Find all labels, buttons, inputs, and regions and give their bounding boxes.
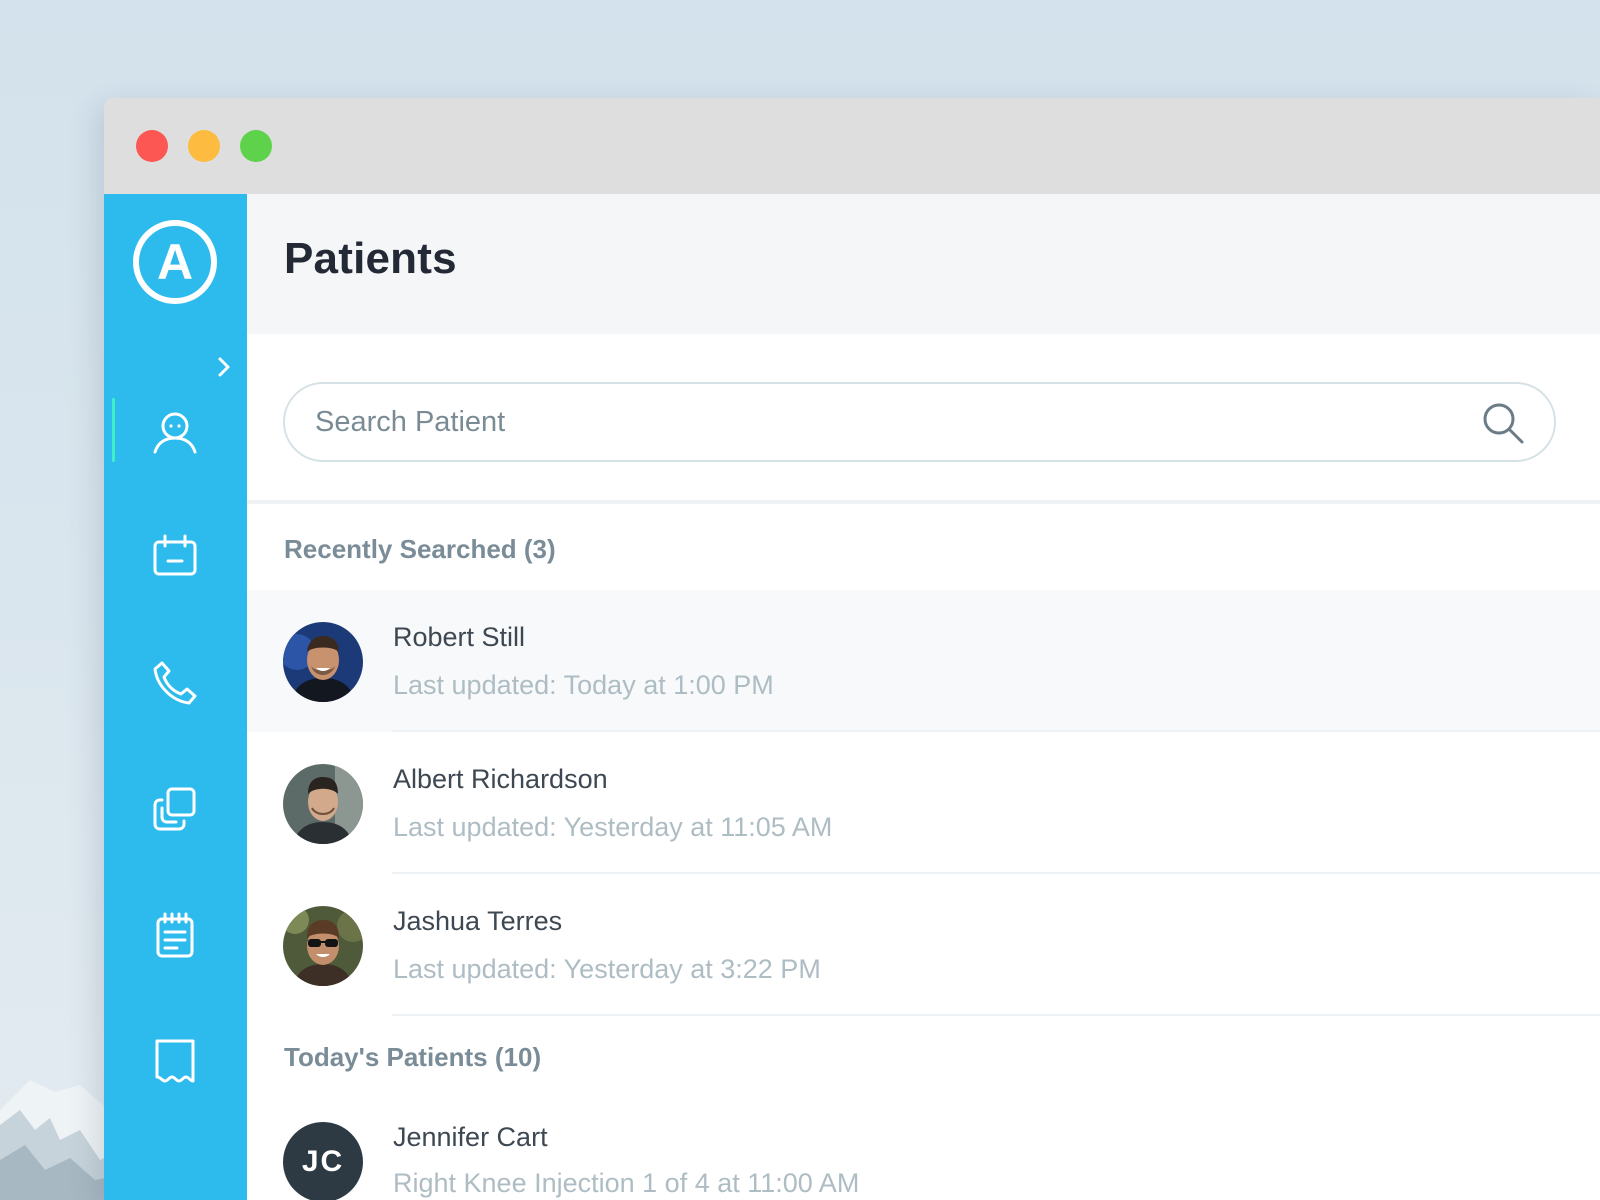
patient-last-updated: Last updated: Today at 1:00 PM [393, 670, 774, 700]
patient-row[interactable]: Jashua Terres Last updated: Yesterday at… [247, 874, 1600, 1016]
avatar [283, 906, 363, 986]
appointment-details: Right Knee Injection 1 of 4 at 11:00 AM [393, 1168, 860, 1198]
window-titlebar [104, 98, 1600, 194]
page-title: Patients [284, 234, 457, 283]
maximize-window-button[interactable] [240, 130, 272, 162]
svg-text:A: A [157, 234, 193, 290]
sidebar-item-calendar[interactable] [104, 524, 247, 588]
page-header: Patients [247, 194, 1600, 334]
avatar [283, 622, 363, 702]
mountain-background [0, 1080, 120, 1200]
patient-last-updated: Last updated: Yesterday at 3:22 PM [393, 954, 821, 984]
patient-name: Albert Richardson [393, 764, 608, 794]
active-indicator [112, 398, 115, 462]
search-area [247, 334, 1600, 504]
sidebar-item-billing[interactable] [104, 1028, 247, 1092]
minimize-window-button[interactable] [188, 130, 220, 162]
search-input[interactable] [315, 398, 1455, 446]
patient-row[interactable]: Robert Still Last updated: Today at 1:00… [247, 590, 1600, 732]
copy-icon [153, 787, 196, 831]
main-content: Patients Recently Searched (3) [247, 194, 1600, 1200]
receipt-icon [155, 1039, 195, 1083]
notepad-icon [156, 912, 194, 958]
sidebar: A [104, 194, 247, 1200]
phone-icon [153, 661, 197, 705]
patient-name: Robert Still [393, 622, 526, 652]
row-divider [392, 1014, 1600, 1016]
chevron-right-icon[interactable] [214, 354, 234, 380]
calendar-icon [153, 534, 197, 576]
sidebar-item-notes[interactable] [104, 902, 247, 966]
todays-patients-heading: Today's Patients (10) [284, 1042, 542, 1072]
app-window: A Patients Search Patient Recently Searc… [104, 98, 1600, 1200]
patient-row[interactable]: Albert Richardson Last updated: Yesterda… [247, 732, 1600, 874]
sidebar-item-calls[interactable] [104, 650, 247, 714]
avatar [283, 764, 363, 844]
sidebar-item-documents[interactable] [104, 776, 247, 840]
app-logo[interactable]: A [131, 218, 219, 306]
patient-name: Jennifer Cart [393, 1122, 548, 1152]
sidebar-item-patients[interactable] [104, 398, 247, 462]
search-icon[interactable] [1480, 400, 1526, 446]
search-box[interactable] [283, 382, 1556, 462]
avatar: JC [283, 1122, 363, 1200]
patient-name: Jashua Terres [393, 906, 563, 936]
patient-icon [153, 412, 197, 454]
close-window-button[interactable] [136, 130, 168, 162]
recently-searched-heading: Recently Searched (3) [284, 534, 556, 564]
patient-row[interactable]: JC Jennifer Cart Right Knee Injection 1 … [247, 1094, 1600, 1200]
patient-last-updated: Last updated: Yesterday at 11:05 AM [393, 812, 833, 842]
